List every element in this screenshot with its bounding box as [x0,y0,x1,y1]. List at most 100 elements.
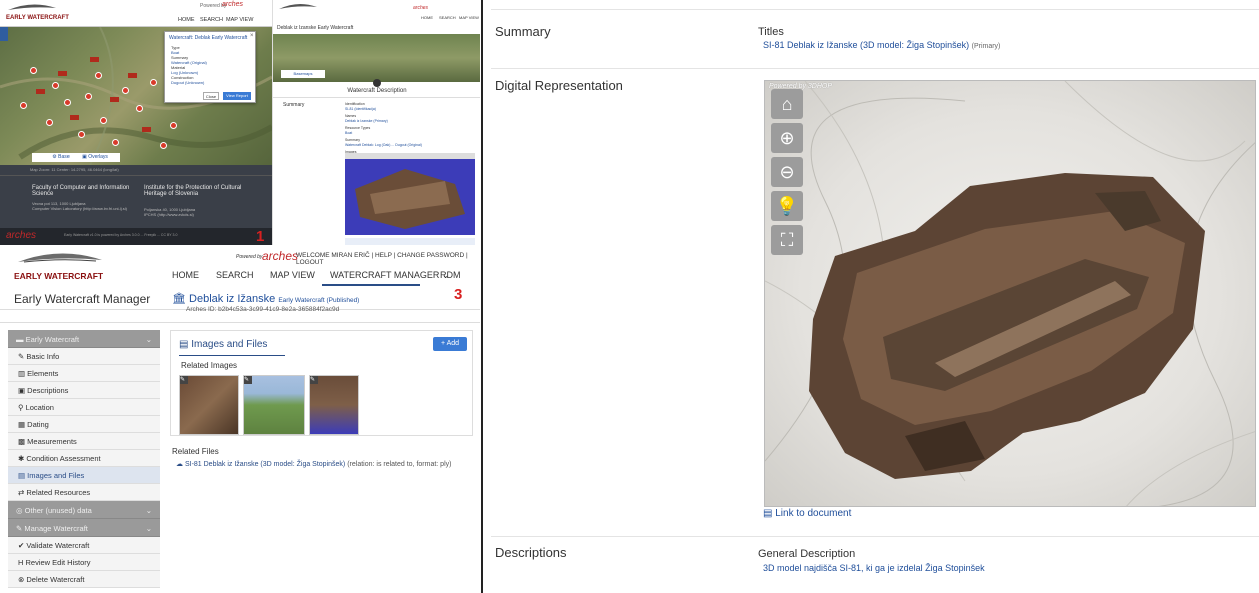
document-icon: ▤ [763,508,776,519]
menu-search[interactable]: SEARCH [216,270,254,280]
boat-pin[interactable] [58,71,67,76]
sidebar-item-location[interactable]: ⚲ Location [8,399,160,416]
map-marker[interactable] [100,117,107,124]
field-value: Deblak iz Izanske (Primary) [345,118,388,123]
map-marker[interactable] [64,99,71,106]
home-icon[interactable]: ⌂ [771,89,803,119]
bottom-credits: Early Watercraft v1.0 is powered by Arch… [64,233,178,237]
file-meta: (relation: is related to, format: ply) [347,461,452,468]
screen-label-3: 3 [454,286,463,303]
boat-pin[interactable] [70,115,79,120]
map-marker[interactable] [52,82,59,89]
menu-home[interactable]: HOME [172,270,199,280]
history-icon: H [18,558,26,567]
screen-label-1: 1 [256,228,265,245]
thumbnail-image[interactable]: ✎ [243,375,305,435]
file-icon: ▤ [18,471,28,480]
sidebar-action-validate[interactable]: ✔ Validate Watercraft [8,537,160,554]
sidebar-action-delete[interactable]: ⊗ Delete Watercraft [8,571,160,588]
sidebar-item-label: Descriptions [27,386,69,395]
map-marker[interactable] [30,67,37,74]
card-title: ▤ Images and Files [179,339,267,350]
map-marker[interactable] [136,105,143,112]
sidebar-item-measurements[interactable]: ▩ Measurements [8,433,160,450]
divider [491,536,1259,537]
map-marker[interactable] [122,87,129,94]
sidebar-item-related-resources[interactable]: ⇄ Related Resources [8,484,160,501]
nav-search[interactable]: SEARCH [200,17,223,23]
divider [0,175,272,176]
title-value-text: SI-81 Deblak iz Ižanske (3D model: Žiga … [763,40,970,50]
image-icon: ▣ [18,386,28,395]
sidebar-group-other[interactable]: ◎ Other (unused) data ⌄ [8,501,160,519]
map-marker[interactable] [150,79,157,86]
nav-home[interactable]: HOME [421,15,433,20]
map-marker[interactable] [95,72,102,79]
thumbnail-image[interactable]: ✎ [309,375,359,435]
edit-icon[interactable]: ✎ [244,376,252,384]
sidebar-group-early-watercraft[interactable]: ▬ Early Watercraft ⌄ [8,330,160,348]
edit-icon[interactable]: ✎ [180,376,188,384]
menu-rdm[interactable]: RDM [440,270,461,280]
overlays-button[interactable]: ▣ Overlays [70,153,120,162]
zoom-in-icon[interactable]: ⊕ [771,123,803,153]
fullscreen-icon[interactable]: ⛶ [771,225,803,255]
resource-type: Early Watercraft (Published) [278,297,360,304]
calendar-icon: ▦ [18,420,28,429]
thumbnail-image[interactable]: ✎ [179,375,239,435]
map-marker[interactable] [78,131,85,138]
title-primary: (Primary) [971,43,1001,50]
user-topbar[interactable]: WELCOME MIRAN ERIČ | HELP | CHANGE PASSW… [296,252,480,266]
boat-3d-model[interactable] [765,81,1256,507]
nav-map-view[interactable]: MAP VIEW [226,17,253,23]
file-icon: ▤ [179,339,192,350]
sidebar-item-descriptions[interactable]: ▣ Descriptions [8,382,160,399]
map-marker[interactable] [20,102,27,109]
link-to-document[interactable]: ▤ Link to document [763,508,851,519]
sidebar-item-condition[interactable]: ✱ Condition Assessment [8,450,160,467]
popup-view-report-button[interactable]: View Report [223,92,251,100]
popup-close-button[interactable]: Close [203,92,219,100]
nav-search[interactable]: SEARCH [439,15,456,20]
boat-pin[interactable] [142,127,151,132]
file-link[interactable]: SI-81 Deblak iz Ižanske (3D model: Žiga … [185,461,345,468]
boat-pin[interactable] [110,97,119,102]
divider [491,68,1259,69]
edit-icon[interactable]: ✎ [310,376,318,384]
nav-home[interactable]: HOME [178,17,195,23]
map-marker[interactable] [170,122,177,129]
map-marker[interactable] [160,142,167,149]
footer-left-sub: Vecna pot 113, 1000 Ljubljana Computer V… [32,201,127,211]
close-icon[interactable]: × [250,33,254,39]
add-button[interactable]: + Add [433,337,467,351]
panel-manager: EARLY WATERCRAFT Powered by arches WELCO… [0,248,480,593]
zoom-out-icon[interactable]: ⊖ [771,157,803,187]
nav-map-view[interactable]: MAP VIEW [459,15,479,20]
boat-pin[interactable] [36,89,45,94]
bottom-arches-logo: arches [6,230,37,241]
related-file-row: ☁ SI-81 Deblak iz Ižanske (3D model: Žig… [176,460,451,468]
divider [491,0,1259,10]
map-marker[interactable] [85,93,92,100]
report-3d-viewer[interactable] [345,159,475,235]
sidebar-item-elements[interactable]: ▥ Elements [8,365,160,382]
boat-pin[interactable] [128,73,137,78]
basemaps-button[interactable]: Basemaps [281,70,325,78]
sidebar-item-images-files[interactable]: ▤ Images and Files [8,467,160,484]
map-marker[interactable] [46,119,53,126]
map-canvas[interactable]: Watercraft: Deblak Early Watercraft × Ty… [0,27,272,165]
boat-pin[interactable] [90,57,99,62]
sidebar-item-dating[interactable]: ▦ Dating [8,416,160,433]
3d-viewer[interactable]: Powered by 3DHOP ⌂ ⊕ ⊖ 💡 ⛶ [764,80,1256,507]
menu-map-view[interactable]: MAP VIEW [270,270,315,280]
sidebar-item-label: Basic Info [26,352,60,361]
light-icon[interactable]: 💡 [771,191,803,221]
menu-active-underline [322,284,420,286]
menu-watercraft-manager[interactable]: WATERCRAFT MANAGER ⌄ [330,270,449,281]
sidebar-item-basic-info[interactable]: ✎ Basic Info [8,348,160,365]
general-description-value: 3D model najdišča SI-81, ki ga je izdela… [763,563,985,573]
map-marker[interactable] [112,139,119,146]
sidebar-group-manage[interactable]: ✎ Manage Watercraft ⌄ [8,519,160,537]
field-value: SI-81 (Identifikacija) [345,106,376,111]
sidebar-action-history[interactable]: H Review Edit History [8,554,160,571]
